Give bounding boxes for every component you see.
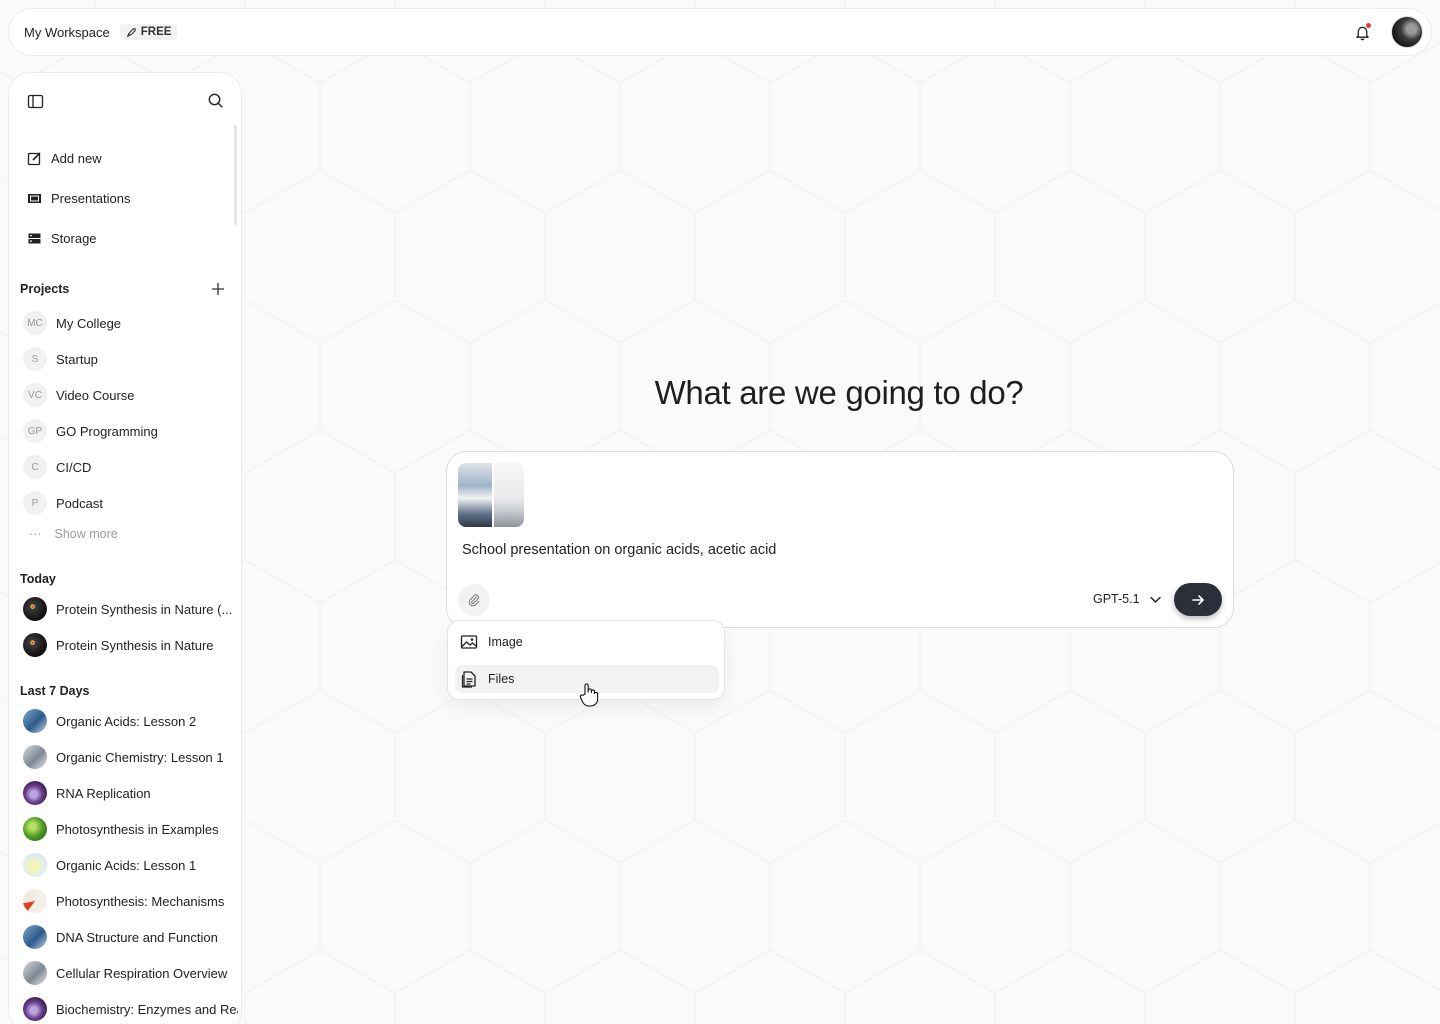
menu-item-image[interactable]: Image xyxy=(455,628,719,656)
history-item[interactable]: Cellular Respiration Overview xyxy=(23,960,238,986)
history-item[interactable]: Photosynthesis: Mechanisms xyxy=(23,888,238,914)
add-project-icon[interactable] xyxy=(210,281,226,297)
file-icon xyxy=(461,671,476,688)
history-label: Organic Chemistry: Lesson 1 xyxy=(56,749,224,765)
sidebar-scrollbar[interactable] xyxy=(234,125,237,225)
workspace-title[interactable]: My Workspace xyxy=(24,25,110,40)
history-item[interactable]: Organic Acids: Lesson 1 xyxy=(23,852,238,878)
last7-title: Last 7 Days xyxy=(20,684,90,698)
history-thumbnail xyxy=(23,889,47,913)
projects-title: Projects xyxy=(20,282,70,296)
notification-dot xyxy=(1366,23,1371,28)
presentation-icon xyxy=(28,193,41,203)
history-label: Organic Acids: Lesson 1 xyxy=(56,857,197,873)
notifications-button[interactable] xyxy=(1347,17,1377,47)
history-thumbnail xyxy=(23,817,47,841)
plan-badge[interactable]: FREE xyxy=(119,24,178,40)
history-item[interactable]: Protein Synthesis in Nature (... xyxy=(23,596,238,622)
attached-image-thumbnail[interactable] xyxy=(458,463,524,527)
model-selector[interactable]: GPT-5.1 xyxy=(1093,592,1162,606)
history-thumbnail xyxy=(23,925,47,949)
nav-storage-label: Storage xyxy=(51,230,97,246)
history-label: Cellular Respiration Overview xyxy=(56,965,228,981)
history-label: DNA Structure and Function xyxy=(56,929,218,945)
history-item[interactable]: RNA Replication xyxy=(23,780,238,806)
history-label: Photosynthesis in Examples xyxy=(56,821,219,837)
rocket-icon xyxy=(126,27,136,37)
prompt-composer: School presentation on organic acids, ac… xyxy=(446,451,1234,628)
attached-image-part xyxy=(458,463,492,527)
image-icon xyxy=(460,635,478,649)
history-thumbnail xyxy=(23,709,47,733)
chevron-down-icon xyxy=(1149,596,1161,603)
history-thumbnail xyxy=(23,997,47,1021)
edit-icon xyxy=(27,151,41,165)
history-item[interactable]: DNA Structure and Function xyxy=(23,924,238,950)
project-initials: GP xyxy=(23,419,47,443)
history-item[interactable]: Organic Acids: Lesson 2 xyxy=(23,708,238,734)
history-thumbnail xyxy=(23,745,47,769)
sidebar: Add new Presentations Storage Projects M… xyxy=(8,72,242,1024)
history-label: Organic Acids: Lesson 2 xyxy=(56,713,197,729)
project-label: CI/CD xyxy=(56,459,92,475)
prompt-input[interactable]: School presentation on organic acids, ac… xyxy=(462,542,776,558)
show-more-label: Show more xyxy=(54,527,118,541)
paperclip-icon xyxy=(468,594,480,607)
nav-add-new-label: Add new xyxy=(51,150,102,166)
show-more-button[interactable]: ··· Show more xyxy=(29,527,118,541)
project-initials: P xyxy=(23,491,47,515)
search-icon[interactable] xyxy=(207,92,224,109)
project-initials: S xyxy=(23,347,47,371)
menu-item-files-label: Files xyxy=(488,672,515,686)
history-label: Biochemistry: Enzymes and Rea xyxy=(56,1001,238,1017)
history-label: Photosynthesis: Mechanisms xyxy=(56,893,225,909)
send-button[interactable] xyxy=(1174,583,1222,616)
history-label: Protein Synthesis in Nature (... xyxy=(56,601,233,617)
nav-presentations[interactable]: Presentations xyxy=(27,187,131,209)
history-label: Protein Synthesis in Nature xyxy=(56,637,214,653)
hand-cursor-icon xyxy=(579,683,599,707)
project-item[interactable]: C CI/CD xyxy=(23,454,91,480)
top-bar: My Workspace FREE xyxy=(8,8,1432,56)
history-item[interactable]: Photosynthesis in Examples xyxy=(23,816,238,842)
project-label: My College xyxy=(56,315,122,331)
model-label: GPT-5.1 xyxy=(1093,592,1140,606)
project-initials: MC xyxy=(23,311,47,335)
nav-add-new[interactable]: Add new xyxy=(27,147,102,169)
storage-icon xyxy=(28,233,41,243)
avatar[interactable] xyxy=(1391,16,1423,48)
project-label: Startup xyxy=(56,351,98,367)
attach-button[interactable] xyxy=(458,584,490,616)
history-label: RNA Replication xyxy=(56,785,151,801)
history-thumbnail xyxy=(23,853,47,877)
page-title: What are we going to do? xyxy=(654,374,1024,411)
history-thumbnail xyxy=(23,597,47,621)
project-item[interactable]: GP GO Programming xyxy=(23,418,158,444)
history-thumbnail xyxy=(23,961,47,985)
history-item[interactable]: Biochemistry: Enzymes and Rea xyxy=(23,996,238,1022)
project-item[interactable]: S Startup xyxy=(23,346,98,372)
sidebar-toggle-icon[interactable] xyxy=(27,93,44,110)
project-item[interactable]: MC My College xyxy=(23,310,121,336)
menu-item-image-label: Image xyxy=(488,635,523,649)
history-thumbnail xyxy=(23,633,47,657)
arrow-right-icon xyxy=(1192,594,1204,605)
history-item[interactable]: Organic Chemistry: Lesson 1 xyxy=(23,744,238,770)
history-item[interactable]: Protein Synthesis in Nature xyxy=(23,632,238,658)
more-dots-icon: ··· xyxy=(29,527,42,541)
attached-image-part xyxy=(494,463,524,527)
history-thumbnail xyxy=(23,781,47,805)
plan-badge-label: FREE xyxy=(140,26,172,38)
nav-presentations-label: Presentations xyxy=(51,190,131,206)
project-initials: C xyxy=(23,455,47,479)
project-label: GO Programming xyxy=(56,423,158,439)
today-title: Today xyxy=(20,572,56,586)
project-label: Podcast xyxy=(56,495,103,511)
nav-storage[interactable]: Storage xyxy=(27,227,97,249)
project-item[interactable]: P Podcast xyxy=(23,490,103,516)
